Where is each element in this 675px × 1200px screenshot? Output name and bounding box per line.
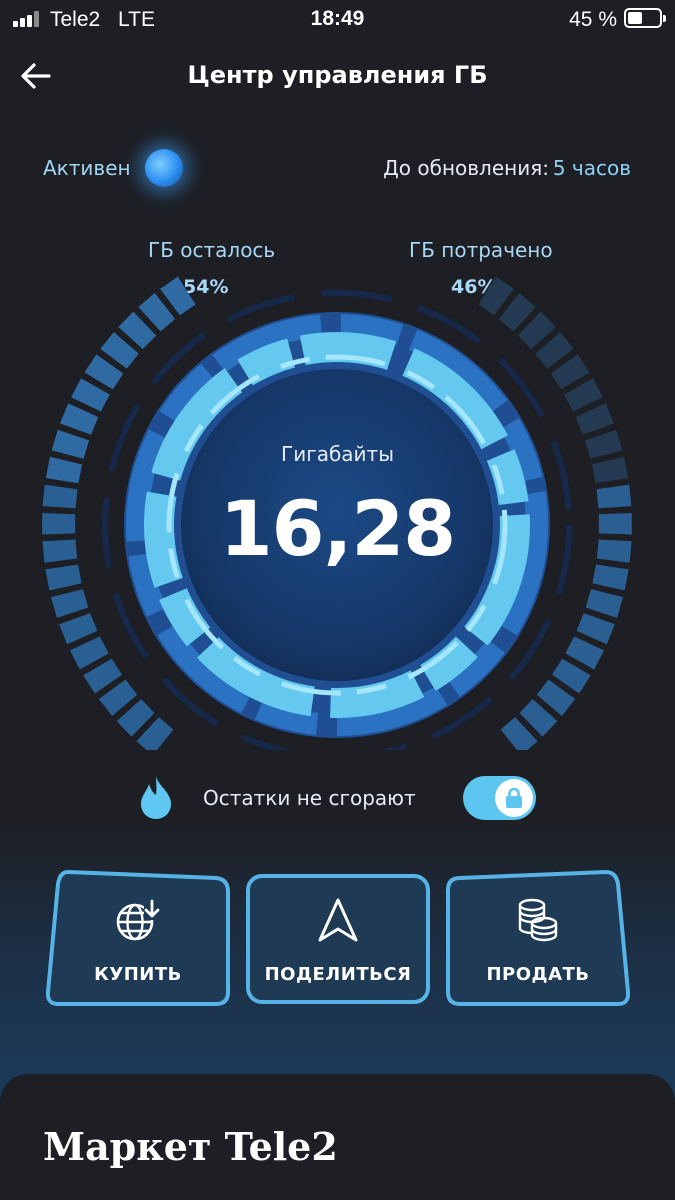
sell-button-label: ПРОДАТЬ <box>486 964 590 985</box>
rollover-toggle[interactable] <box>463 776 536 820</box>
gigabytes-value: 16,28 <box>219 484 456 573</box>
arc-segment <box>576 613 615 645</box>
battery-icon <box>624 8 666 28</box>
battery-level-fill <box>628 12 642 24</box>
arc-segment <box>585 589 624 618</box>
arc-segment <box>575 403 614 435</box>
flame-icon <box>141 776 171 819</box>
coins-stack-icon <box>518 898 558 942</box>
share-button[interactable]: ПОДЕЛИТЬСЯ <box>245 868 431 1008</box>
buy-button[interactable]: КУПИТЬ <box>44 868 232 1008</box>
rollover-label: Остатки не сгорают <box>203 786 416 810</box>
arc-segment <box>59 613 98 645</box>
arc-segment <box>60 403 99 435</box>
globe-download-icon <box>116 899 160 941</box>
active-indicator-dot <box>145 149 183 187</box>
battery-percent: 45 % <box>569 8 617 31</box>
update-countdown-label: До обновления: <box>383 156 549 180</box>
navigation-arrow-icon <box>318 898 358 942</box>
market-title: Маркет Tele2 <box>43 1124 338 1169</box>
active-status-label: Активен <box>43 156 131 180</box>
gb-spent-heading: ГБ потрачено <box>409 238 553 262</box>
market-sheet[interactable]: Маркет Tele2 <box>0 1074 675 1200</box>
page-title: Центр управления ГБ <box>187 61 488 89</box>
gauge-caption: Гигабайты <box>281 442 394 466</box>
sell-button[interactable]: ПРОДАТЬ <box>444 868 632 1008</box>
status-bar: Tele2 LTE 18:49 45 % <box>0 0 675 40</box>
arc-segment <box>50 589 89 618</box>
toggle-knob <box>495 779 533 817</box>
share-button-label: ПОДЕЛИТЬСЯ <box>264 964 412 985</box>
buy-button-label: КУПИТЬ <box>94 964 182 985</box>
gb-left-heading: ГБ осталось <box>148 238 276 262</box>
update-countdown-value: 5 часов <box>552 156 631 180</box>
lock-icon <box>506 787 522 808</box>
